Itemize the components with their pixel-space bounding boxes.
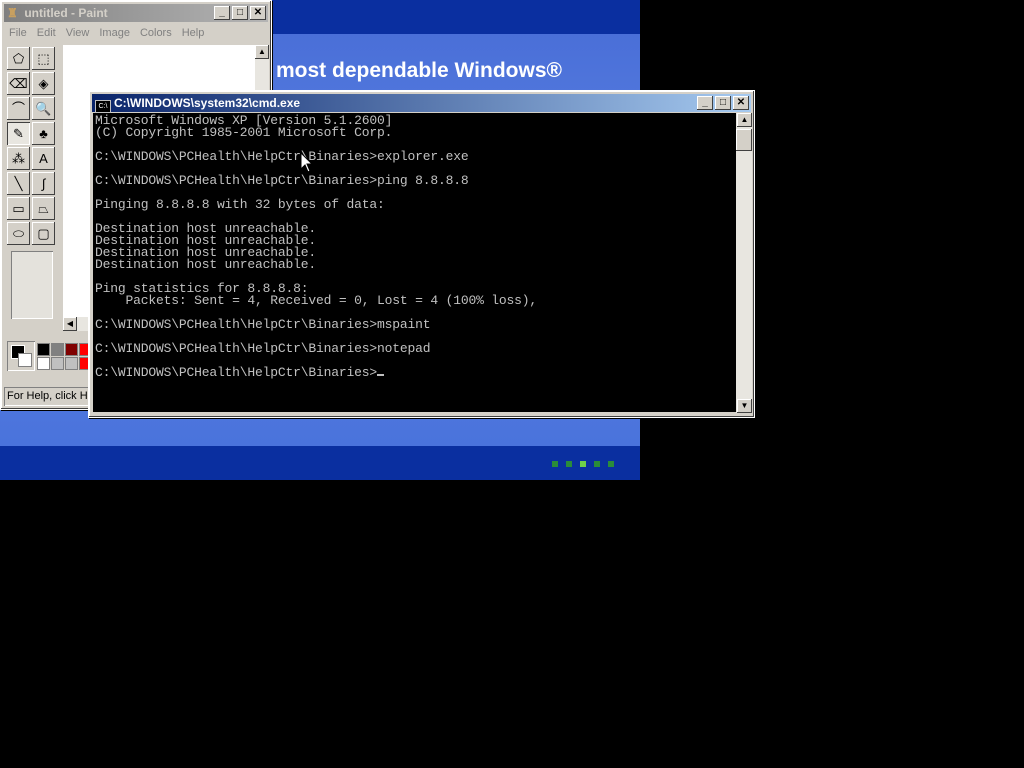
- rectangle-icon[interactable]: ▭: [7, 197, 30, 220]
- airbrush-icon[interactable]: ⁂: [7, 147, 30, 170]
- text-icon[interactable]: A: [32, 147, 55, 170]
- background-color-swatch: [18, 353, 32, 367]
- minimize-button[interactable]: _: [697, 96, 713, 110]
- menu-help[interactable]: Help: [182, 23, 205, 43]
- paint-menu-bar: File Edit View Image Colors Help: [4, 23, 268, 43]
- brush-icon[interactable]: ♣: [32, 122, 55, 145]
- curve-icon[interactable]: ∫: [32, 172, 55, 195]
- maximize-button[interactable]: □: [232, 6, 248, 20]
- console-line: C:\WINDOWS\PCHealth\HelpCtr\Binaries>pin…: [95, 173, 469, 188]
- close-button[interactable]: ✕: [733, 96, 749, 110]
- cmd-app-icon: C:\: [95, 100, 111, 113]
- console-text: Microsoft Windows XP [Version 5.1.2600] …: [95, 114, 538, 380]
- scroll-thumb[interactable]: [736, 129, 752, 151]
- menu-colors[interactable]: Colors: [140, 23, 172, 43]
- maximize-button[interactable]: □: [715, 96, 731, 110]
- console-output[interactable]: Microsoft Windows XP [Version 5.1.2600] …: [93, 113, 736, 412]
- menu-view[interactable]: View: [66, 23, 90, 43]
- progress-dot: [608, 461, 614, 467]
- pencil-icon[interactable]: ✎: [7, 122, 30, 145]
- text-cursor: [377, 374, 384, 376]
- menu-file[interactable]: File: [9, 23, 27, 43]
- console-line: Destination host unreachable.: [95, 257, 317, 272]
- color-palette: [5, 339, 95, 375]
- menu-edit[interactable]: Edit: [37, 23, 56, 43]
- progress-dot: [566, 461, 572, 467]
- paint-window-title: untitled - Paint: [24, 6, 108, 20]
- palette-swatch[interactable]: [65, 357, 78, 370]
- cmd-window[interactable]: C:\ C:\WINDOWS\system32\cmd.exe _ □ ✕ Mic…: [88, 90, 755, 418]
- minimize-button[interactable]: _: [214, 6, 230, 20]
- select-icon[interactable]: ⬚: [32, 47, 55, 70]
- palette-swatch[interactable]: [37, 343, 50, 356]
- palette-swatch[interactable]: [65, 343, 78, 356]
- console-line: Pinging 8.8.8.8 with 32 bytes of data:: [95, 197, 385, 212]
- scroll-up-icon[interactable]: ▲: [737, 113, 752, 127]
- palette-swatch[interactable]: [37, 357, 50, 370]
- console-line: C:\WINDOWS\PCHealth\HelpCtr\Binaries>msp…: [95, 317, 431, 332]
- ellipse-icon[interactable]: ⬭: [7, 222, 30, 245]
- paint-app-icon: ♜: [7, 6, 18, 20]
- palette-swatch[interactable]: [51, 343, 64, 356]
- console-line: C:\WINDOWS\PCHealth\HelpCtr\Binaries>: [95, 365, 377, 380]
- pick-color-icon[interactable]: ⌒: [7, 97, 30, 120]
- setup-headline: most dependable Windows®: [276, 59, 562, 82]
- setup-bottom-band: [0, 446, 640, 480]
- mouse-pointer-icon: [300, 152, 314, 173]
- scroll-up-icon[interactable]: ▲: [255, 45, 269, 59]
- current-colors: [7, 341, 35, 371]
- console-line: C:\WINDOWS\PCHealth\HelpCtr\Binaries>exp…: [95, 149, 469, 164]
- progress-dot: [594, 461, 600, 467]
- polygon-icon[interactable]: ⏢: [32, 197, 55, 220]
- scroll-down-icon[interactable]: ▼: [737, 399, 752, 413]
- cmd-title-bar[interactable]: C:\ C:\WINDOWS\system32\cmd.exe _ □ ✕: [92, 94, 751, 113]
- palette-swatch[interactable]: [51, 357, 64, 370]
- progress-dot: [580, 461, 586, 467]
- magnifier-icon[interactable]: 🔍: [32, 97, 55, 120]
- free-form-select-icon[interactable]: ⬠: [7, 47, 30, 70]
- console-line: (C) Copyright 1985-2001 Microsoft Corp.: [95, 125, 393, 140]
- cmd-window-title: C:\WINDOWS\system32\cmd.exe: [114, 96, 301, 110]
- progress-dot: [552, 461, 558, 467]
- tool-options-box[interactable]: [11, 251, 53, 319]
- scroll-left-icon[interactable]: ◀: [63, 317, 77, 331]
- console-line: C:\WINDOWS\PCHealth\HelpCtr\Binaries>not…: [95, 341, 431, 356]
- close-button[interactable]: ✕: [250, 6, 266, 20]
- console-line: Packets: Sent = 4, Received = 0, Lost = …: [95, 293, 538, 308]
- paint-title-bar[interactable]: ♜ untitled - Paint _ □ ✕: [4, 4, 268, 22]
- rounded-rectangle-icon[interactable]: ▢: [32, 222, 55, 245]
- eraser-icon[interactable]: ⌫: [7, 72, 30, 95]
- cmd-vertical-scrollbar[interactable]: ▲ ▼: [736, 113, 752, 413]
- line-icon[interactable]: ╲: [7, 172, 30, 195]
- menu-image[interactable]: Image: [99, 23, 130, 43]
- fill-icon[interactable]: ◈: [32, 72, 55, 95]
